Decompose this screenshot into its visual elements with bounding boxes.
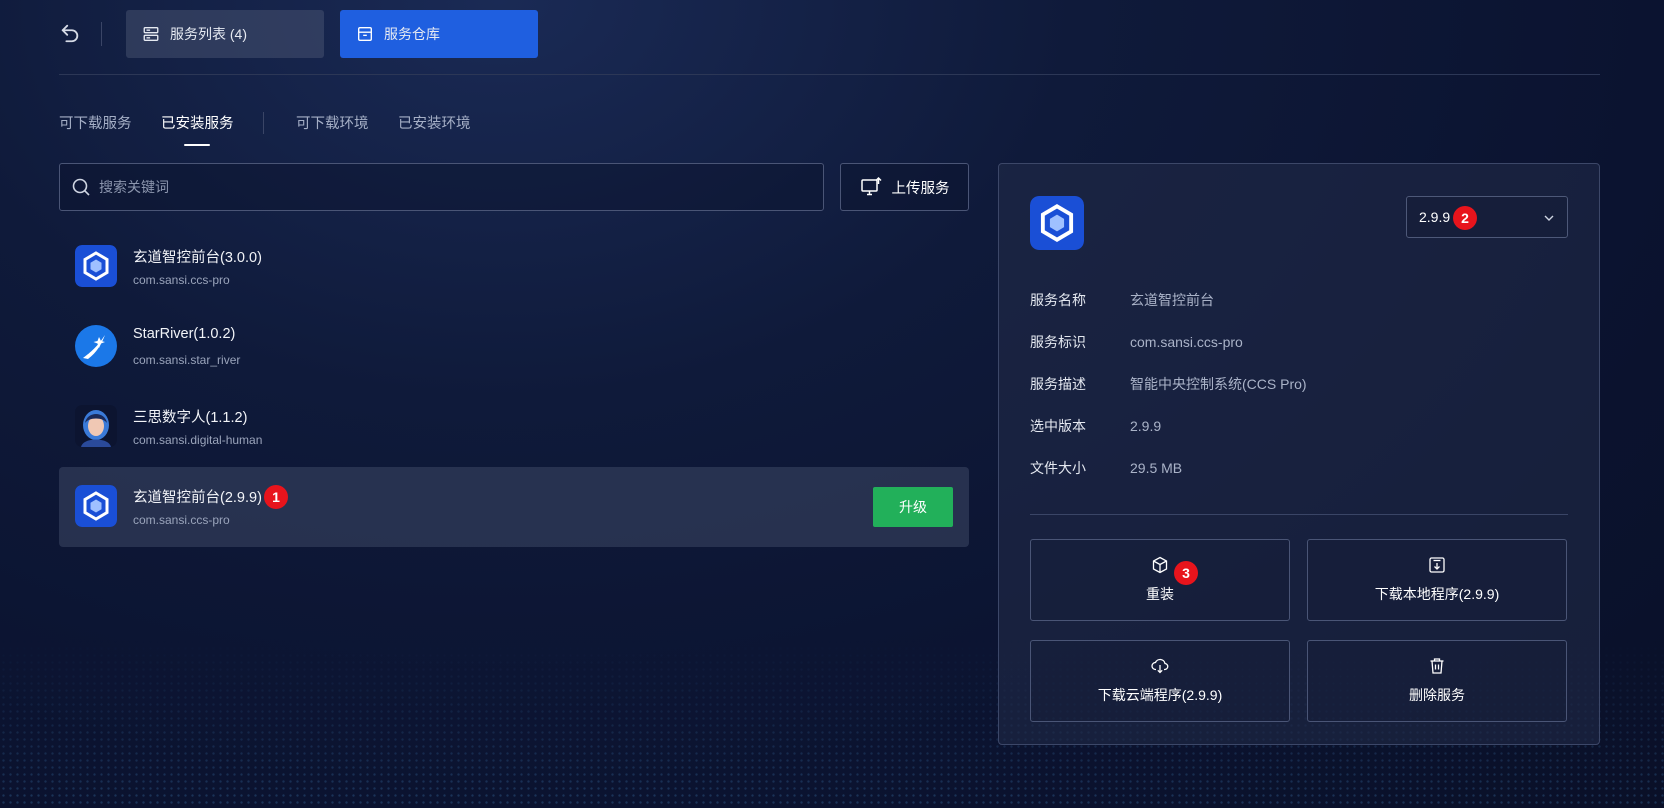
list-item[interactable]: StarRiver(1.0.2) com.sansi.star_river <box>59 307 969 387</box>
service-name: StarRiver(1.0.2) <box>133 326 236 342</box>
info-row-file-size: 文件大小 29.5 MB <box>1030 458 1182 478</box>
top-bar: 服务列表 (4) 服务仓库 <box>59 10 1599 58</box>
info-label: 服务标识 <box>1030 334 1086 350</box>
digital-human-avatar <box>75 405 117 447</box>
upload-service-label: 上传服务 <box>891 180 950 197</box>
info-label: 服务名称 <box>1030 292 1086 308</box>
info-value: 玄道智控前台 <box>1130 292 1214 308</box>
service-warehouse-label: 服务仓库 <box>384 26 440 42</box>
info-row-version: 选中版本 2.9.9 <box>1030 416 1161 436</box>
tab-downloadable-environments[interactable]: 可下载环境 <box>296 112 369 133</box>
panel-divider <box>1030 514 1568 515</box>
list-item[interactable]: 玄道智控前台(3.0.0) com.sansi.ccs-pro <box>59 227 969 307</box>
list-item-selected[interactable]: 玄道智控前台(2.9.9) 1 com.sansi.ccs-pro 升级 <box>59 467 969 547</box>
search-input[interactable] <box>99 179 823 195</box>
service-id: com.sansi.star_river <box>133 353 241 367</box>
service-name: 三思数字人(1.1.2) <box>133 410 248 426</box>
info-value: 2.9.9 <box>1130 418 1162 434</box>
top-separator <box>101 22 102 46</box>
service-list: 玄道智控前台(3.0.0) com.sansi.ccs-pro StarRive… <box>59 227 969 547</box>
delete-service-button[interactable]: 删除服务 <box>1307 640 1567 722</box>
star-river-logo-icon <box>75 325 117 367</box>
info-row-id: 服务标识 com.sansi.ccs-pro <box>1030 332 1243 352</box>
trash-icon <box>1430 658 1444 674</box>
download-local-button[interactable]: 下载本地程序(2.9.9) <box>1307 539 1567 621</box>
tab-downloadable-services[interactable]: 可下载服务 <box>59 112 132 133</box>
annotation-badge: 1 <box>264 485 288 509</box>
service-name: 玄道智控前台(3.0.0) <box>133 250 262 266</box>
download-cloud-button[interactable]: 下载云端程序(2.9.9) <box>1030 640 1290 722</box>
hexagon-logo-icon <box>75 245 117 287</box>
undo-icon[interactable] <box>59 22 81 44</box>
info-label: 文件大小 <box>1030 460 1086 476</box>
download-cloud-label: 下载云端程序(2.9.9) <box>1097 687 1223 703</box>
upload-service-button[interactable]: 上传服务 <box>840 163 969 211</box>
annotation-badge: 3 <box>1174 561 1198 585</box>
version-select[interactable]: 2.9.9 2 <box>1406 196 1568 238</box>
download-box-icon <box>1429 557 1445 573</box>
service-id: com.sansi.ccs-pro <box>133 273 230 287</box>
version-select-value: 2.9.9 <box>1419 209 1451 225</box>
archive-box-icon <box>358 27 372 41</box>
upgrade-button[interactable]: 升级 <box>873 487 953 527</box>
download-local-label: 下载本地程序(2.9.9) <box>1374 586 1500 602</box>
monitor-upload-icon <box>860 176 882 196</box>
service-detail-panel: 2.9.9 2 服务名称 玄道智控前台 服务标识 com.sansi.ccs-pro… <box>998 163 1600 745</box>
chevron-down-icon <box>1544 215 1554 221</box>
info-label: 选中版本 <box>1030 418 1086 434</box>
info-value: com.sansi.ccs-pro <box>1130 334 1243 350</box>
info-value: 智能中央控制系统(CCS Pro) <box>1130 376 1307 392</box>
active-tab-indicator <box>184 144 210 146</box>
service-name: 玄道智控前台(2.9.9) <box>133 490 262 506</box>
cloud-download-icon <box>1151 658 1169 674</box>
cube-icon <box>1152 556 1168 574</box>
header-divider <box>59 74 1600 75</box>
tab-separator <box>263 112 264 134</box>
hexagon-logo-icon <box>75 485 117 527</box>
service-id: com.sansi.digital-human <box>133 433 263 447</box>
list-item[interactable]: 三思数字人(1.1.2) com.sansi.digital-human <box>59 387 969 467</box>
service-id: com.sansi.ccs-pro <box>133 513 230 527</box>
search-icon <box>72 178 90 196</box>
service-list-button[interactable]: 服务列表 (4) <box>126 10 324 58</box>
info-label: 服务描述 <box>1030 376 1086 392</box>
delete-service-label: 删除服务 <box>1409 687 1465 703</box>
info-value: 29.5 MB <box>1130 460 1183 476</box>
tab-installed-environments[interactable]: 已安装环境 <box>398 112 471 133</box>
service-list-label: 服务列表 (4) <box>170 26 247 42</box>
tab-installed-services[interactable]: 已安装服务 <box>161 112 234 133</box>
search-box <box>59 163 824 211</box>
info-row-name: 服务名称 玄道智控前台 <box>1030 290 1214 310</box>
annotation-badge: 2 <box>1453 206 1477 230</box>
server-list-icon <box>143 27 159 41</box>
reinstall-label: 重装 <box>1146 586 1174 602</box>
hexagon-logo-icon <box>1030 196 1084 250</box>
service-warehouse-button[interactable]: 服务仓库 <box>340 10 538 58</box>
reinstall-button[interactable]: 重装 3 <box>1030 539 1290 621</box>
info-row-description: 服务描述 智能中央控制系统(CCS Pro) <box>1030 374 1307 394</box>
